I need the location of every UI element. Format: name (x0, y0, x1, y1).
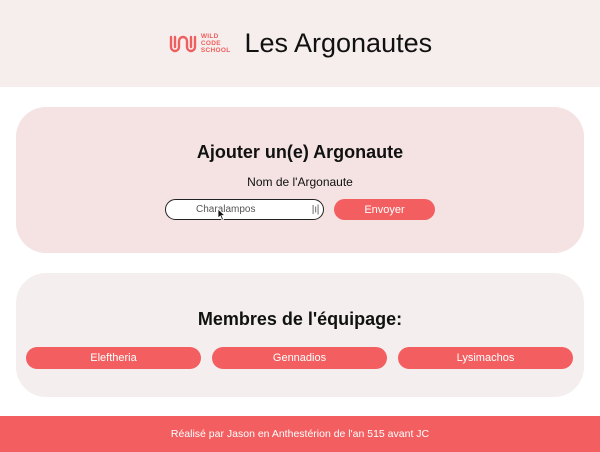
send-button[interactable]: Envoyer (334, 199, 435, 220)
logo-mark-icon (169, 35, 197, 52)
site-header: WILD CODE SCHOOL Les Argonautes (0, 0, 600, 87)
name-label: Nom de l'Argonaute (247, 175, 353, 189)
logo-text: WILD CODE SCHOOL (201, 33, 231, 54)
crew-member: Lysimachos (398, 347, 573, 369)
crew-card: Membres de l'équipage: Eleftheria Gennad… (16, 273, 584, 397)
password-manager-icon[interactable] (312, 204, 320, 215)
wild-code-school-logo: WILD CODE SCHOOL (168, 33, 231, 55)
crew-member: Gennadios (212, 347, 387, 369)
argonaut-name-input[interactable] (165, 199, 324, 220)
footer-text: Réalisé par Jason en Anthestérion de l'a… (170, 428, 430, 440)
site-title: Les Argonautes (244, 28, 433, 58)
site-footer: Réalisé par Jason en Anthestérion de l'a… (0, 416, 600, 452)
add-argonaut-card: Ajouter un(e) Argonaute Nom de l'Argonau… (16, 107, 584, 253)
crew-title: Membres de l'équipage: (197, 309, 403, 329)
form-title: Ajouter un(e) Argonaute (196, 142, 404, 162)
crew-member: Eleftheria (26, 347, 201, 369)
logo-line-1: WILD (200, 33, 219, 40)
logo-line-3: SCHOOL (200, 47, 231, 54)
pointer-cursor-icon (217, 208, 226, 226)
logo-line-2: CODE (200, 40, 221, 47)
